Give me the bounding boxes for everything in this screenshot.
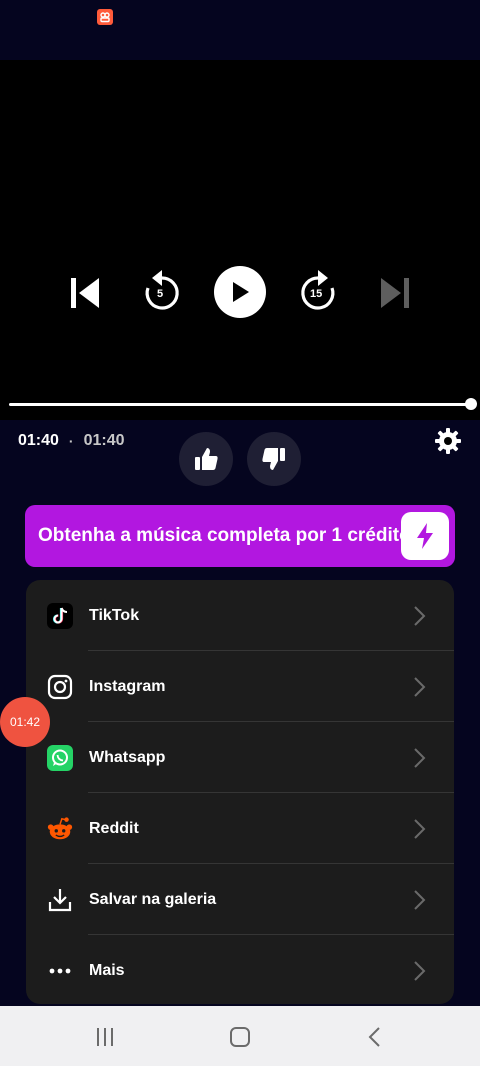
gear-icon xyxy=(435,428,461,454)
time-display: 01:40 · 01:40 xyxy=(18,432,125,450)
share-item-label: Salvar na galeria xyxy=(89,890,217,908)
share-item-label: Mais xyxy=(89,961,125,979)
chevron-right-icon xyxy=(414,960,426,981)
video-player[interactable]: 5 15 01:40 · 01:40 xyxy=(0,60,480,454)
time-total: 01:40 xyxy=(83,432,125,449)
buy-full-song-text: Obtenha a música completa por 1 crédito xyxy=(38,525,411,546)
whatsapp-icon xyxy=(46,744,74,772)
share-item-label: Whatsapp xyxy=(89,748,166,766)
previous-button[interactable] xyxy=(62,270,108,316)
time-separator: · xyxy=(68,433,74,449)
home-button[interactable] xyxy=(227,1024,253,1050)
share-item-label: Instagram xyxy=(89,677,166,695)
recent-apps-icon xyxy=(97,1028,113,1046)
forward-button[interactable]: 15 xyxy=(294,266,342,318)
system-nav-bar xyxy=(0,1006,480,1066)
share-item-instagram[interactable]: Instagram xyxy=(26,651,454,722)
chevron-right-icon xyxy=(414,889,426,910)
share-item-save-gallery[interactable]: Salvar na galeria xyxy=(26,864,454,935)
share-item-label: TikTok xyxy=(89,606,140,624)
chevron-right-icon xyxy=(414,747,426,768)
play-icon xyxy=(233,282,249,302)
back-icon xyxy=(368,1027,380,1047)
share-item-tiktok[interactable]: TikTok xyxy=(26,580,454,651)
like-button[interactable] xyxy=(179,432,233,486)
download-icon xyxy=(46,886,74,914)
recent-apps-button[interactable] xyxy=(92,1024,118,1050)
forward-seconds-label: 15 xyxy=(310,288,323,300)
rewind-button[interactable]: 5 xyxy=(138,266,186,318)
thumbs-down-icon xyxy=(262,448,285,470)
progress-bar[interactable] xyxy=(9,403,471,406)
reddit-icon xyxy=(46,815,74,843)
thumbs-up-icon xyxy=(195,448,218,470)
share-item-whatsapp[interactable]: Whatsapp xyxy=(26,722,454,793)
rewind-seconds-label: 5 xyxy=(157,288,164,300)
buy-full-song-banner[interactable]: Obtenha a música completa por 1 crédito xyxy=(25,505,455,567)
credit-button[interactable] xyxy=(401,512,449,560)
more-dots-icon xyxy=(46,957,74,985)
app-notification-icon xyxy=(97,9,113,25)
chevron-right-icon xyxy=(414,676,426,697)
time-elapsed: 01:40 xyxy=(18,432,59,449)
chevron-right-icon xyxy=(414,818,426,839)
skip-next-icon xyxy=(381,278,409,308)
chevron-right-icon xyxy=(414,605,426,626)
progress-handle[interactable] xyxy=(465,398,477,410)
home-icon xyxy=(230,1027,250,1047)
timer-text: 01:42 xyxy=(9,715,41,729)
dislike-button[interactable] xyxy=(247,432,301,486)
lightning-bolt-icon xyxy=(417,523,433,549)
next-button[interactable] xyxy=(372,270,418,316)
instagram-icon xyxy=(46,673,74,701)
skip-previous-icon xyxy=(71,278,99,308)
share-options-list: TikTok Instagram Whatsapp Reddit Salvar … xyxy=(26,580,454,1004)
share-item-reddit[interactable]: Reddit xyxy=(26,793,454,864)
floating-timer-badge[interactable]: 01:42 xyxy=(0,697,50,747)
share-item-label: Reddit xyxy=(89,819,139,837)
settings-button[interactable] xyxy=(434,427,462,455)
tiktok-icon xyxy=(46,602,74,630)
status-bar xyxy=(0,0,480,60)
play-button[interactable] xyxy=(214,266,266,318)
back-button[interactable] xyxy=(362,1024,388,1050)
share-item-more[interactable]: Mais xyxy=(26,935,454,1004)
